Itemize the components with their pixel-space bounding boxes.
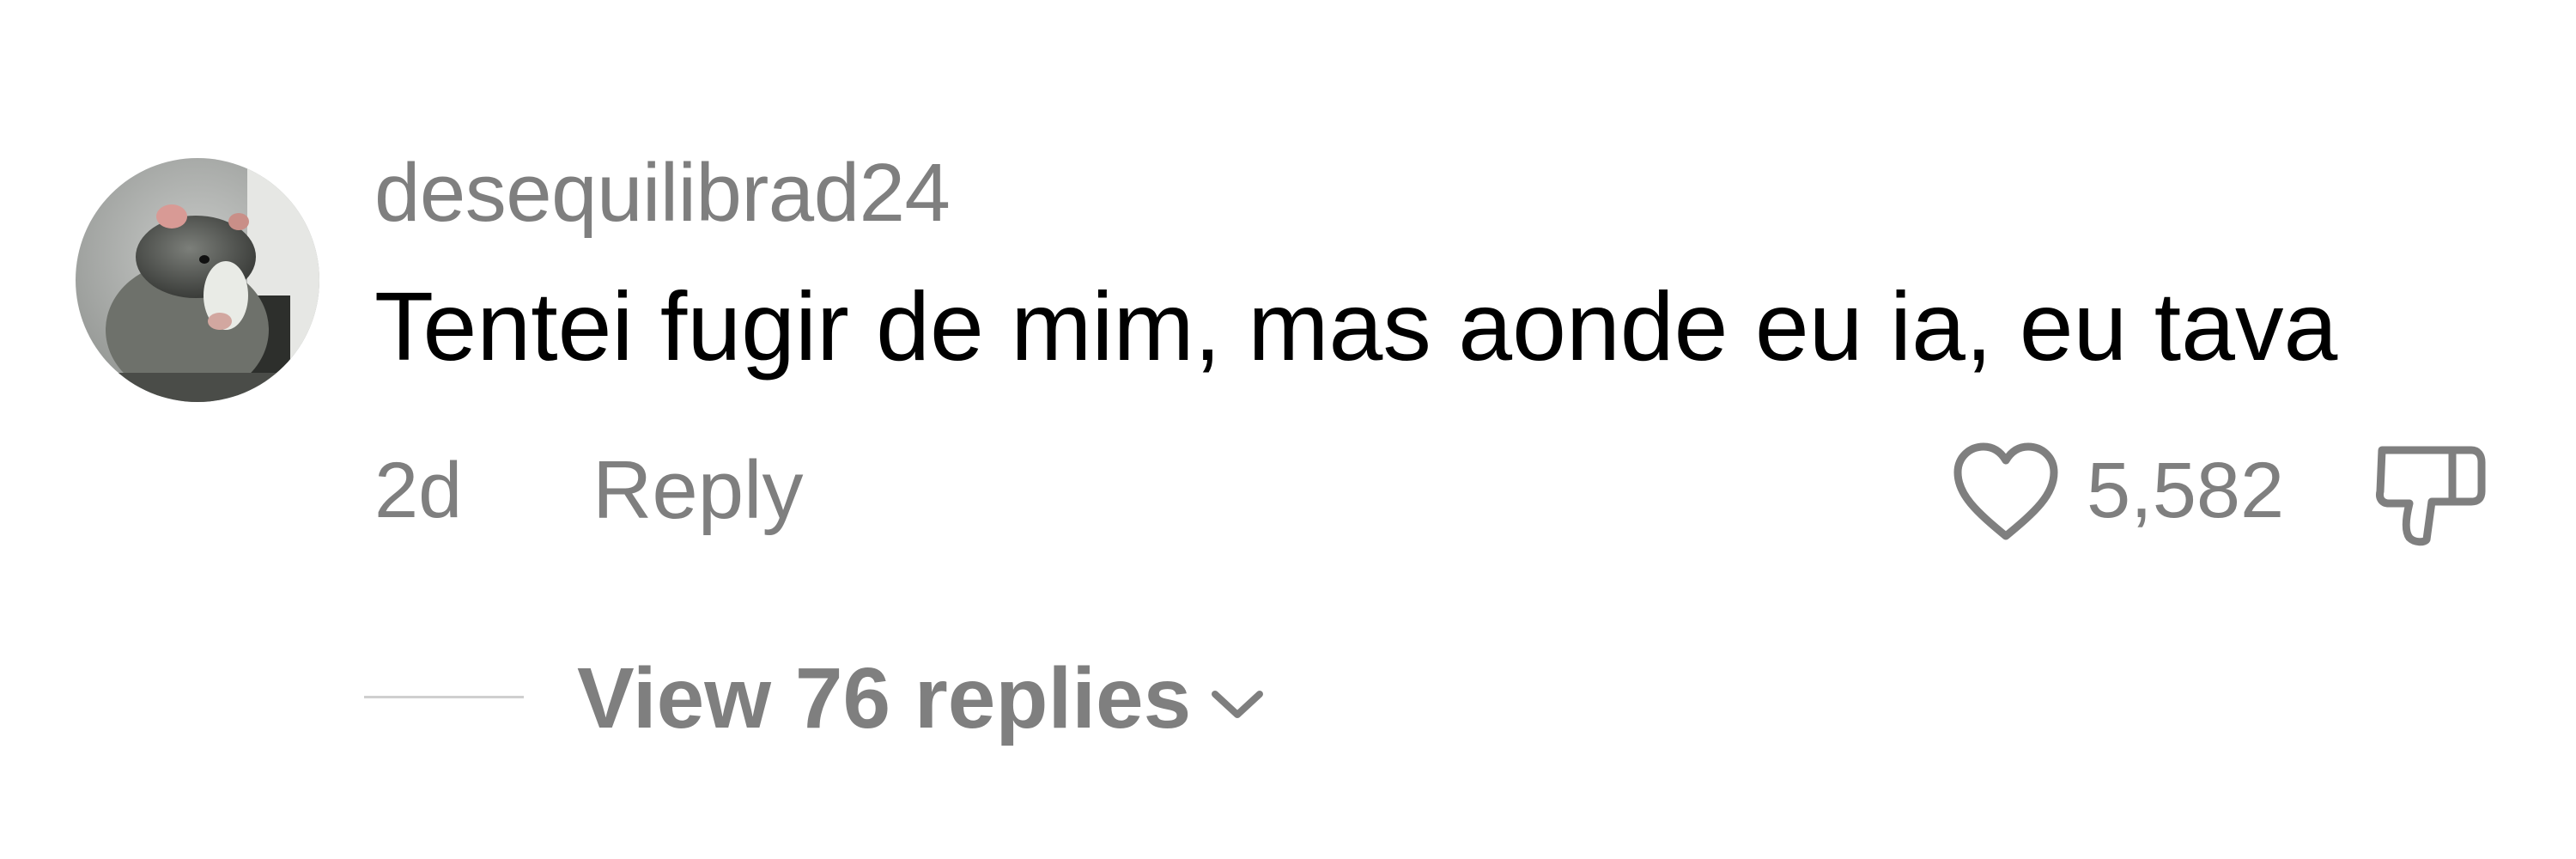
heart-icon[interactable]	[1951, 440, 2061, 545]
avatar-image	[76, 158, 319, 402]
view-replies-row: View 76 replies	[0, 643, 2576, 754]
view-replies-label: View 76 replies	[577, 650, 1192, 746]
avatar[interactable]	[76, 158, 319, 402]
replies-divider	[364, 696, 524, 698]
comment-timestamp: 2d	[374, 447, 463, 534]
comment-username[interactable]: desequilibrad24	[374, 142, 951, 245]
reply-button[interactable]: Reply	[592, 443, 803, 538]
comment-actions: 2d Reply 5,582	[0, 430, 2576, 550]
like-count: 5,582	[2087, 447, 2285, 534]
view-replies-button[interactable]: View 76 replies	[577, 643, 1265, 754]
comment-text: Tentei fugir de mim, mas aonde eu ia, eu…	[374, 272, 2338, 381]
like-button[interactable]: 5,582	[1941, 430, 2327, 550]
thumbs-down-icon[interactable]	[2370, 438, 2490, 550]
comment-item: desequilibrad24 Tentei fugir de mim, mas…	[0, 0, 2576, 859]
chevron-down-icon	[1212, 691, 1264, 718]
